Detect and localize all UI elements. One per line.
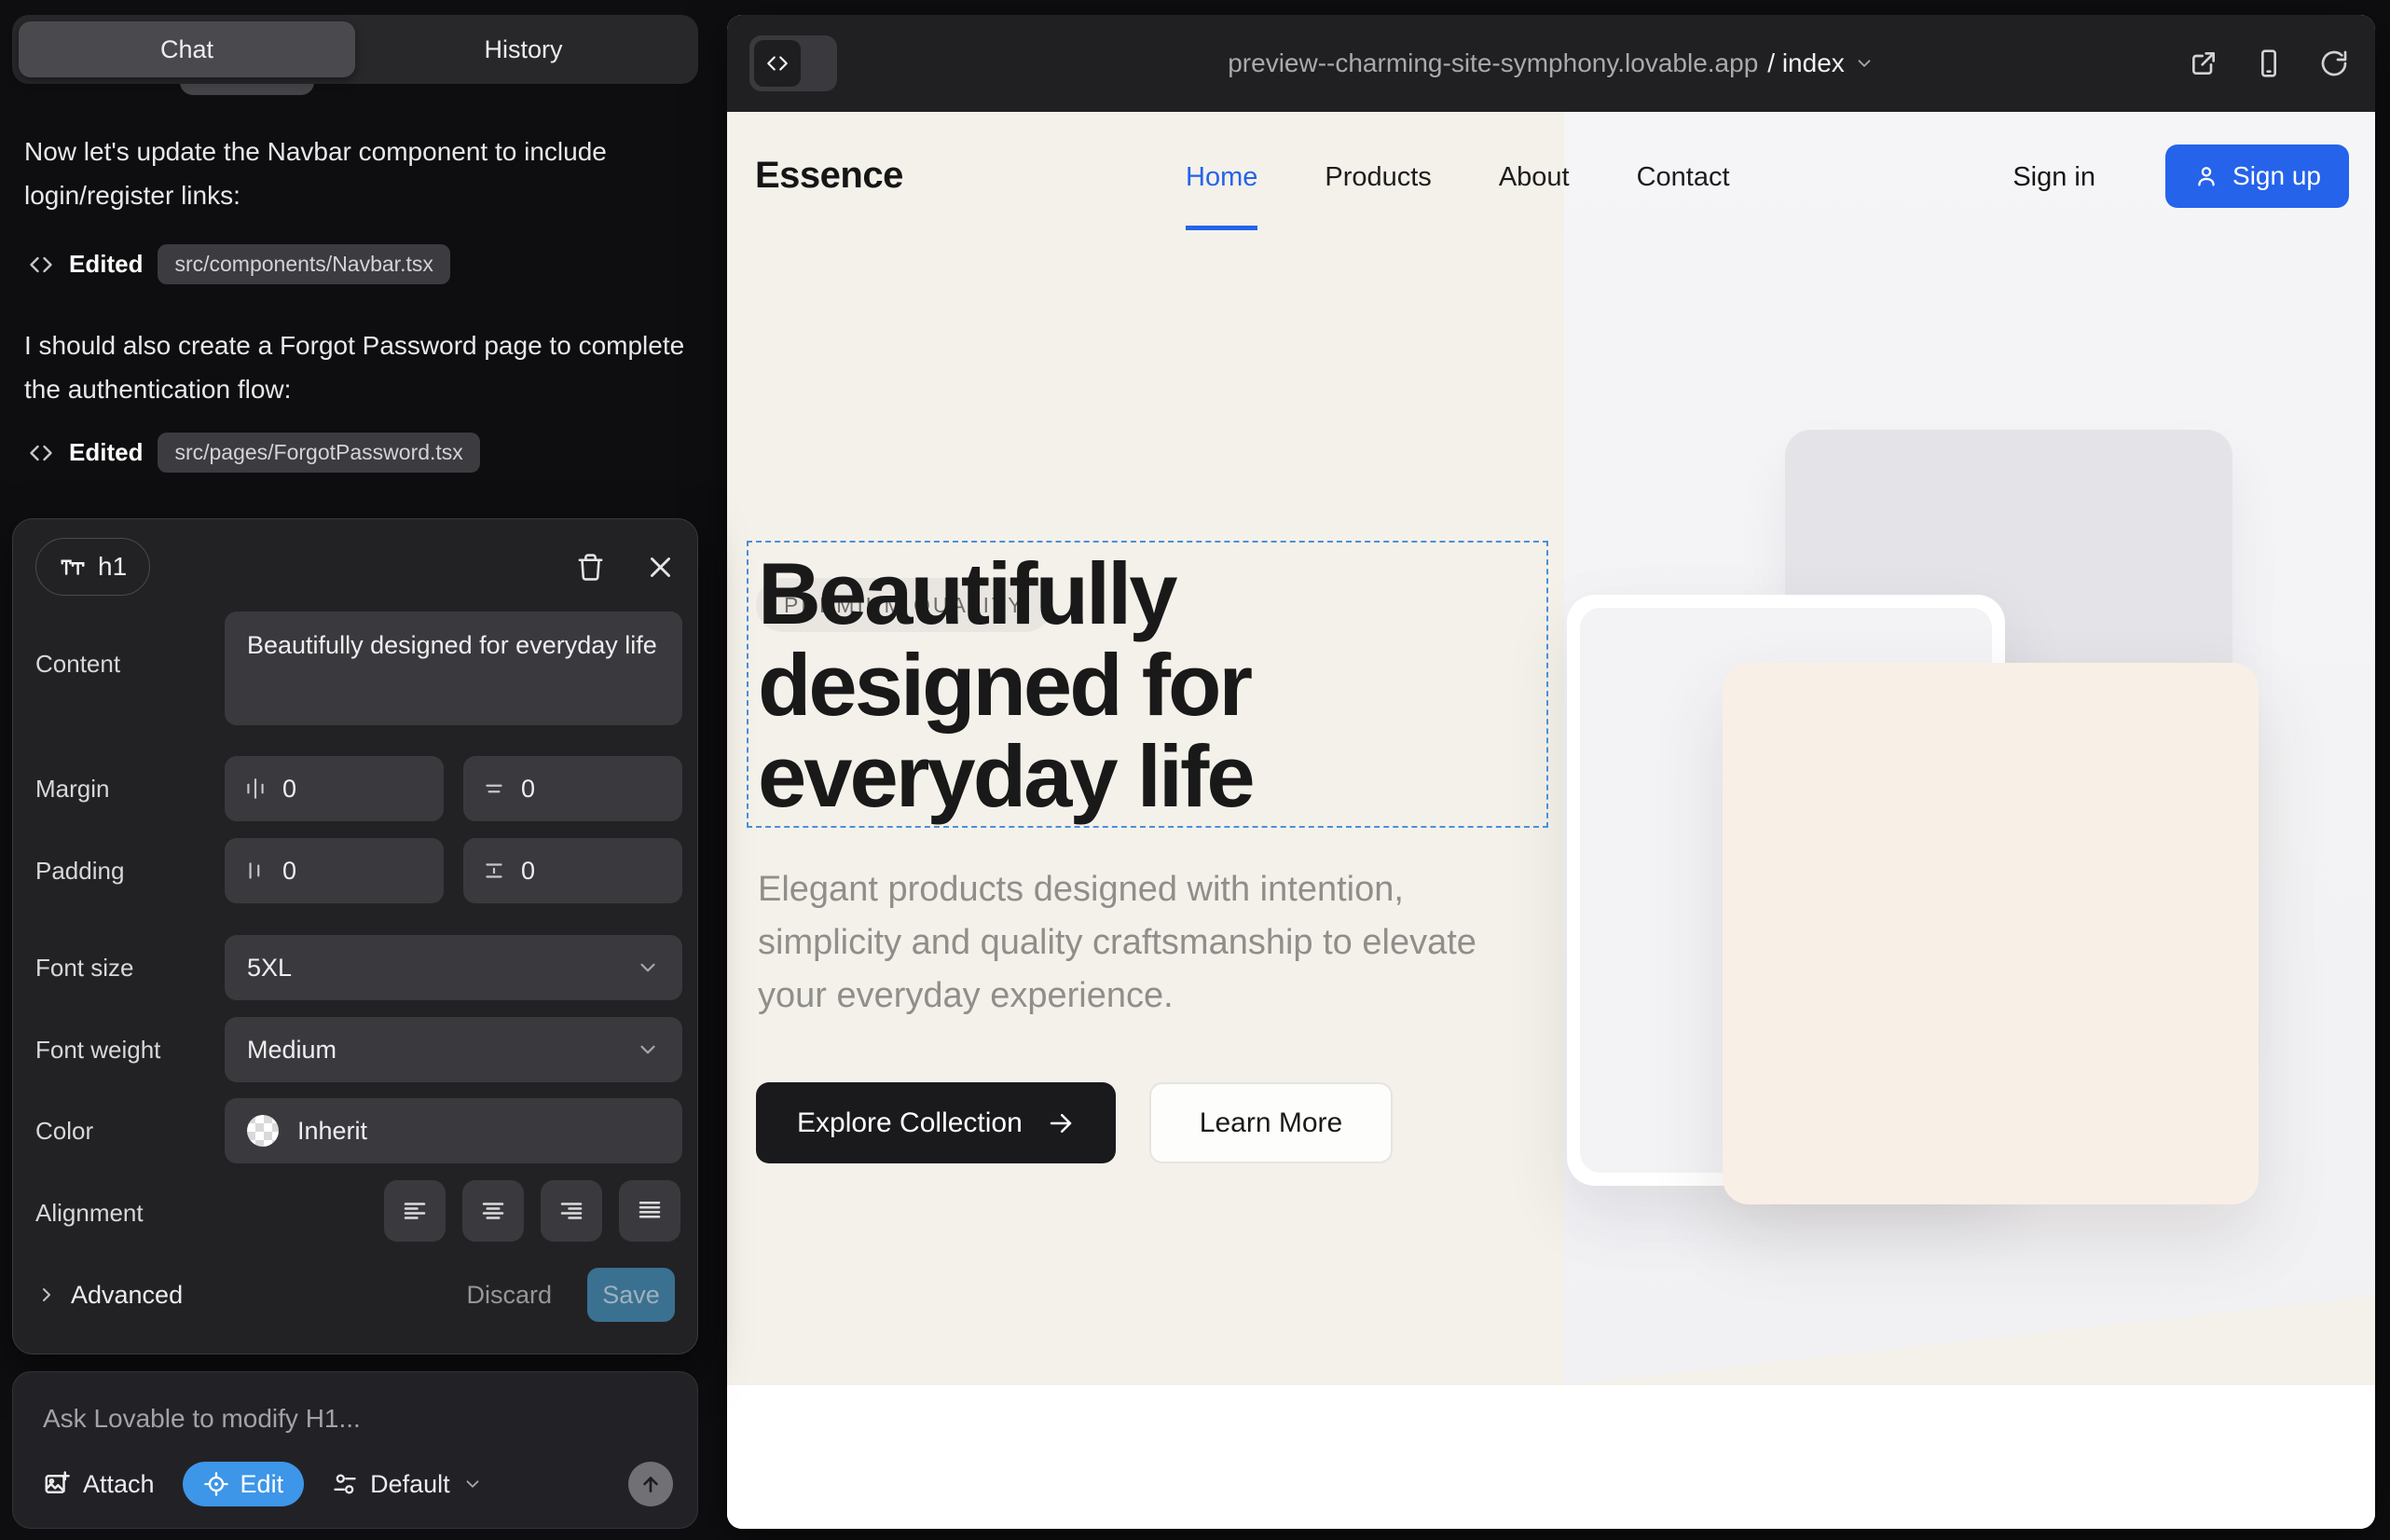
mobile-preview-icon[interactable] (2254, 48, 2284, 78)
chevron-right-icon (35, 1284, 58, 1306)
advanced-toggle[interactable]: Advanced (35, 1281, 183, 1310)
file-badge[interactable]: src/components/Navbar.tsx (158, 244, 449, 284)
element-tag-label: h1 (98, 552, 127, 582)
margin-label: Margin (35, 775, 109, 804)
code-icon (28, 252, 54, 278)
file-badge[interactable]: src/pages/ForgotPassword.tsx (158, 433, 479, 473)
delete-element-icon[interactable] (576, 553, 605, 582)
tab-chat[interactable]: Chat (19, 21, 355, 77)
sign-in-link[interactable]: Sign in (2012, 162, 2095, 193)
edit-mode-button[interactable]: Edit (183, 1462, 305, 1506)
next-section-blank (727, 1385, 2375, 1529)
site-logo[interactable]: Essence (755, 155, 903, 197)
save-button[interactable]: Save (587, 1268, 675, 1322)
composer-input[interactable]: Ask Lovable to modify H1... (43, 1404, 361, 1434)
chat-composer: Ask Lovable to modify H1... Attach Edit … (12, 1371, 698, 1529)
url-path: / index (1767, 48, 1845, 78)
nav-link-home[interactable]: Home (1186, 162, 1257, 193)
align-left-button[interactable] (384, 1180, 446, 1242)
chat-history-tabbar: Chat History (12, 15, 698, 84)
margin-x-input[interactable]: 0 (225, 756, 444, 821)
hero-paragraph: Elegant products designed with intention… (758, 863, 1504, 1023)
alignment-group (384, 1180, 680, 1242)
arrow-right-icon (1047, 1109, 1075, 1137)
font-weight-select[interactable]: Medium (225, 1017, 682, 1082)
image-plus-icon (43, 1470, 71, 1498)
color-select[interactable]: Inherit (225, 1098, 682, 1163)
selected-element-tag: h1 (35, 538, 150, 596)
padding-label: Padding (35, 857, 124, 886)
attach-button[interactable]: Attach (43, 1470, 155, 1499)
open-external-icon[interactable] (2189, 48, 2218, 78)
chat-message: Now let's update the Navbar component to… (24, 130, 690, 217)
nav-link-products[interactable]: Products (1325, 162, 1431, 193)
code-icon (28, 440, 54, 466)
chevron-down-icon (462, 1474, 483, 1494)
learn-more-button[interactable]: Learn More (1149, 1082, 1393, 1163)
preview-site: Essence Home Products About Contact Sign… (727, 112, 2375, 1529)
edited-file-row: Edited src/components/Navbar.tsx (28, 244, 450, 284)
decorative-card-beige (1723, 663, 2259, 1204)
element-editor-panel: h1 Content Beautifully designed for ever… (12, 518, 698, 1354)
align-justify-button[interactable] (619, 1180, 680, 1242)
font-weight-label: Font weight (35, 1036, 160, 1065)
close-icon[interactable] (646, 553, 675, 582)
browser-toolbar: preview--charming-site-symphony.lovable.… (727, 15, 2375, 112)
content-label: Content (35, 650, 120, 679)
type-icon (59, 553, 87, 581)
color-label: Color (35, 1117, 93, 1146)
user-icon (2193, 163, 2219, 189)
padding-y-input[interactable]: 0 (463, 838, 682, 903)
chevron-down-icon (1854, 53, 1875, 74)
padding-x-input[interactable]: 0 (225, 838, 444, 903)
hero-section: Essence Home Products About Contact Sign… (727, 112, 2375, 1385)
lovable-app: Chat History Now let's update the Navbar… (0, 0, 2390, 1540)
hero-heading[interactable]: Beautifully designed for everyday life (758, 548, 1253, 822)
margin-y-input[interactable]: 0 (463, 756, 682, 821)
alignment-label: Alignment (35, 1199, 144, 1228)
align-right-button[interactable] (541, 1180, 602, 1242)
edited-file-row: Edited src/pages/ForgotPassword.tsx (28, 433, 480, 473)
locate-target-icon (203, 1471, 229, 1497)
color-swatch (247, 1115, 279, 1147)
discard-button[interactable]: Discard (466, 1281, 552, 1310)
sign-up-button[interactable]: Sign up (2165, 144, 2349, 208)
padding-vertical-icon (482, 859, 506, 883)
explore-collection-button[interactable]: Explore Collection (756, 1082, 1116, 1163)
site-navbar: Essence Home Products About Contact Sign… (727, 112, 2375, 242)
chat-message: I should also create a Forgot Password p… (24, 323, 690, 411)
sliders-icon (332, 1471, 358, 1497)
font-size-label: Font size (35, 954, 134, 983)
refresh-icon[interactable] (2319, 48, 2349, 78)
nav-link-contact[interactable]: Contact (1637, 162, 1730, 193)
tab-history[interactable]: History (355, 21, 692, 77)
chevron-down-icon (636, 956, 660, 980)
edited-label: Edited (69, 438, 143, 467)
chevron-down-icon (636, 1038, 660, 1062)
margin-vertical-icon (482, 777, 506, 801)
url-host: preview--charming-site-symphony.lovable.… (1228, 48, 1758, 78)
padding-horizontal-icon (243, 859, 268, 883)
align-center-button[interactable] (462, 1180, 524, 1242)
preview-browser-window: preview--charming-site-symphony.lovable.… (727, 15, 2375, 1529)
url-dropdown[interactable]: preview--charming-site-symphony.lovable.… (727, 15, 2375, 112)
nav-link-about[interactable]: About (1499, 162, 1570, 193)
default-mode-button[interactable]: Default (332, 1470, 483, 1499)
margin-horizontal-icon (243, 777, 268, 801)
content-textarea[interactable]: Beautifully designed for everyday life (225, 612, 682, 725)
edited-label: Edited (69, 250, 143, 279)
send-button[interactable] (628, 1462, 673, 1506)
font-size-select[interactable]: 5XL (225, 935, 682, 1000)
